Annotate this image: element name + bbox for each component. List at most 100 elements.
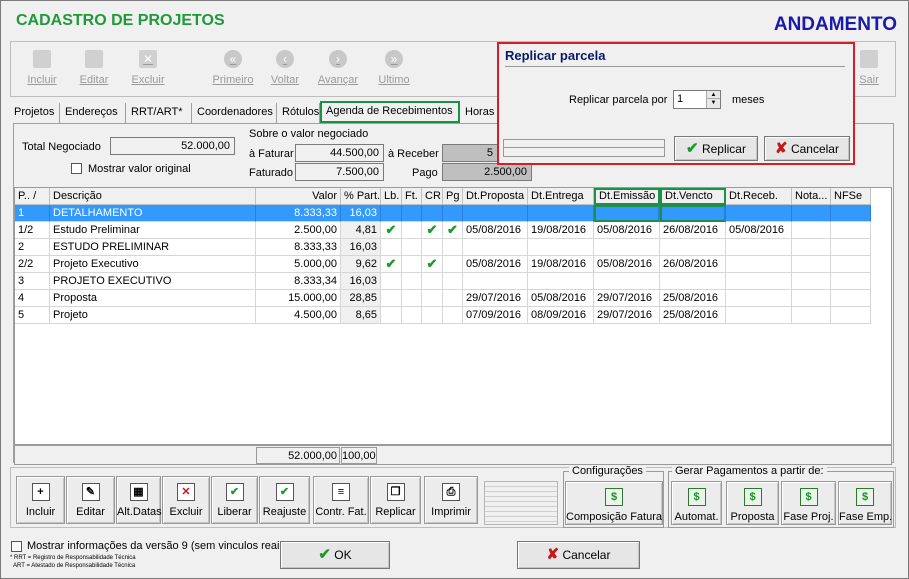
contr-fat-button[interactable]: ≡ Contr. Fat. [313, 476, 369, 524]
proposta-button[interactable]: $ Proposta [726, 481, 779, 525]
cell-desc[interactable]: PROJETO EXECUTIVO [50, 273, 256, 290]
cell-vencto[interactable] [660, 205, 726, 222]
cell-emissao[interactable] [594, 273, 660, 290]
cell-cr[interactable] [422, 307, 443, 324]
col-header-descricao[interactable]: Descrição [50, 188, 256, 205]
reajuste-button[interactable]: ✔ Reajuste [259, 476, 310, 524]
tab-agenda-de-recebimentos[interactable]: Agenda de Recebimentos [320, 101, 460, 123]
cell-entrega[interactable]: 19/08/2016 [528, 256, 594, 273]
cell-lb[interactable]: ✔ [381, 256, 402, 273]
cell-valor[interactable]: 15.000,00 [256, 290, 341, 307]
fase-proj-button[interactable]: $ Fase Proj. [781, 481, 836, 525]
cell-nota[interactable] [792, 307, 831, 324]
pago-field[interactable]: 2.500,00 [442, 163, 532, 181]
cell-cr[interactable] [422, 239, 443, 256]
cell-lb[interactable]: ✔ [381, 222, 402, 239]
cell-nota[interactable] [792, 239, 831, 256]
incluir-button[interactable]: + Incluir [16, 476, 65, 524]
cell-vencto[interactable]: 26/08/2016 [660, 256, 726, 273]
cell-ft[interactable] [402, 256, 422, 273]
col-header-cr[interactable]: CR [422, 188, 443, 205]
cell-desc[interactable]: Proposta [50, 290, 256, 307]
cell-cr[interactable] [422, 205, 443, 222]
imprimir-button[interactable]: ⎙ Imprimir [424, 476, 478, 524]
cell-entrega[interactable]: 08/09/2016 [528, 307, 594, 324]
a-faturar-field[interactable]: 44.500,00 [295, 144, 384, 162]
ok-button[interactable]: ✔ OK [280, 541, 390, 569]
cell-emissao[interactable]: 05/08/2016 [594, 222, 660, 239]
table-row[interactable]: 1 DETALHAMENTO 8.333,33 16,03 [15, 205, 871, 222]
cell-cr[interactable]: ✔ [422, 222, 443, 239]
cell-lb[interactable] [381, 205, 402, 222]
replicar-button[interactable]: ❐ Replicar [370, 476, 421, 524]
cell-part[interactable]: 16,03 [341, 239, 381, 256]
cell-valor[interactable]: 8.333,33 [256, 205, 341, 222]
cell-nfse[interactable] [831, 256, 871, 273]
cell-pg[interactable] [443, 273, 463, 290]
show-original-checkbox[interactable] [71, 163, 82, 174]
toolbar-ultimo-button[interactable]: » Ultimo [377, 50, 411, 86]
cell-emissao[interactable]: 29/07/2016 [594, 307, 660, 324]
table-row[interactable]: 3 PROJETO EXECUTIVO 8.333,34 16,03 [15, 273, 871, 290]
table-row[interactable]: 2/2 Projeto Executivo 5.000,00 9,62 ✔ ✔ 05/08/… [15, 256, 871, 273]
cell-lb[interactable] [381, 273, 402, 290]
toolbar-avancar-button[interactable]: › Avançar [315, 50, 361, 86]
cell-valor[interactable]: 8.333,34 [256, 273, 341, 290]
cell-pg[interactable] [443, 205, 463, 222]
cell-vencto[interactable]: 25/08/2016 [660, 290, 726, 307]
cell-lb[interactable] [381, 239, 402, 256]
cell-vencto[interactable]: 25/08/2016 [660, 307, 726, 324]
table-row[interactable]: 1/2 Estudo Preliminar 2.500,00 4,81 ✔ ✔ ✔ 05/08… [15, 222, 871, 239]
cell-nfse[interactable] [831, 205, 871, 222]
cell-p[interactable]: 2/2 [15, 256, 50, 273]
toolbar-sair-button[interactable]: Sair [857, 50, 881, 86]
automat-button[interactable]: $ Automat. [671, 481, 722, 525]
col-header-nfse[interactable]: NFSe [831, 188, 871, 205]
col-header-p[interactable]: P.. / [15, 188, 50, 205]
cell-entrega[interactable] [528, 239, 594, 256]
cell-proposta[interactable]: 29/07/2016 [463, 290, 528, 307]
cell-desc[interactable]: Estudo Preliminar [50, 222, 256, 239]
tab-projetos[interactable]: Projetos [10, 103, 60, 123]
cell-nfse[interactable] [831, 239, 871, 256]
cell-ft[interactable] [402, 239, 422, 256]
dialog-replicar-button[interactable]: ✔ Replicar [674, 136, 758, 161]
months-value[interactable]: 1 [677, 93, 683, 105]
cell-nfse[interactable] [831, 273, 871, 290]
cell-nota[interactable] [792, 205, 831, 222]
cell-cr[interactable] [422, 273, 443, 290]
cell-valor[interactable]: 4.500,00 [256, 307, 341, 324]
cell-receb[interactable]: 05/08/2016 [726, 222, 792, 239]
cell-pg[interactable] [443, 307, 463, 324]
fase-emp-button[interactable]: $ Fase Emp. [838, 481, 892, 525]
toolbar-incluir-button[interactable]: Incluir [25, 50, 59, 86]
col-header-dt-vencto[interactable]: Dt.Vencto [660, 188, 726, 205]
cell-p[interactable]: 5 [15, 307, 50, 324]
cell-p[interactable]: 4 [15, 290, 50, 307]
toolbar-primeiro-button[interactable]: « Primeiro [211, 50, 255, 86]
cell-part[interactable]: 8,65 [341, 307, 381, 324]
cell-emissao[interactable] [594, 239, 660, 256]
cell-part[interactable]: 16,03 [341, 273, 381, 290]
alt-datas-button[interactable]: ▦ Alt.Datas [116, 476, 162, 524]
cell-pg[interactable] [443, 239, 463, 256]
cell-part[interactable]: 16,03 [341, 205, 381, 222]
cell-emissao[interactable] [594, 205, 660, 222]
cell-nota[interactable] [792, 273, 831, 290]
editar-button[interactable]: ✎ Editar [66, 476, 115, 524]
show-v9-checkbox[interactable] [11, 541, 22, 552]
cell-ft[interactable] [402, 307, 422, 324]
toolbar-voltar-button[interactable]: ‹ Voltar [267, 50, 303, 86]
cell-p[interactable]: 2 [15, 239, 50, 256]
cell-desc[interactable]: DETALHAMENTO [50, 205, 256, 222]
cell-entrega[interactable]: 05/08/2016 [528, 290, 594, 307]
cell-vencto[interactable]: 26/08/2016 [660, 222, 726, 239]
cell-proposta[interactable]: 07/09/2016 [463, 307, 528, 324]
cell-nfse[interactable] [831, 307, 871, 324]
tab-rotulos[interactable]: Rótulos [278, 103, 320, 123]
cell-valor[interactable]: 8.333,33 [256, 239, 341, 256]
table-row[interactable]: 2 ESTUDO PRELIMINAR 8.333,33 16,03 [15, 239, 871, 256]
col-header-lb[interactable]: Lb. [381, 188, 402, 205]
tab-coordenadores[interactable]: Coordenadores [193, 103, 277, 123]
cell-part[interactable]: 9,62 [341, 256, 381, 273]
